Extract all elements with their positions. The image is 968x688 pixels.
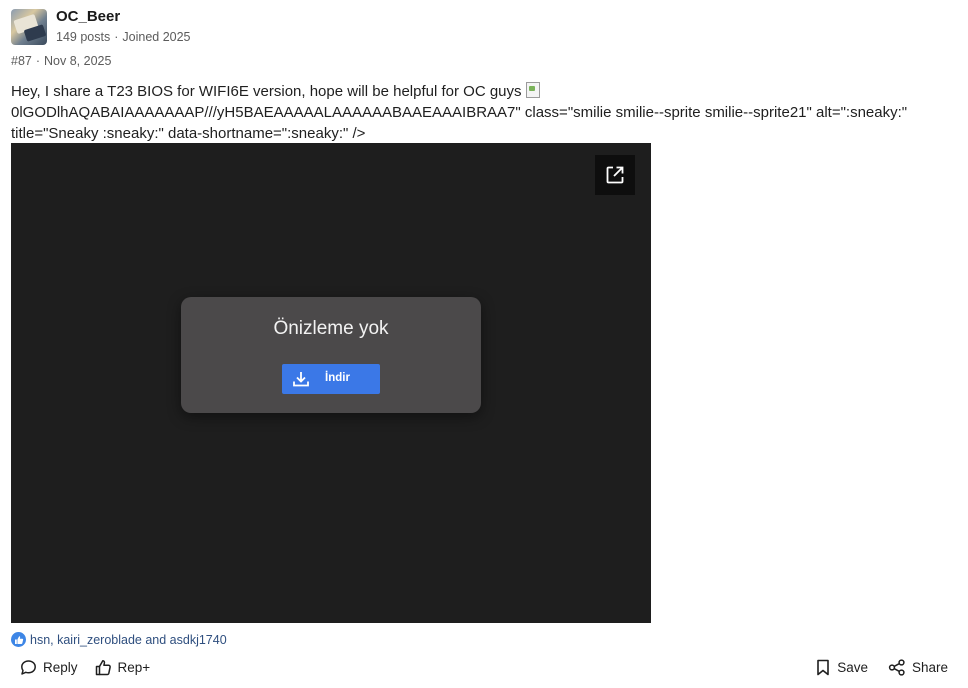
post-date-link[interactable]: Nov 8, 2025 — [44, 54, 111, 68]
open-in-new-icon — [606, 166, 624, 184]
post-actions-right: Save Share — [815, 659, 948, 676]
reply-icon — [21, 660, 36, 675]
share-button[interactable]: Share — [888, 659, 948, 676]
user-avatar[interactable] — [11, 9, 47, 45]
download-label: İndir — [325, 372, 350, 384]
reply-button[interactable]: Reply — [20, 659, 78, 676]
share-icon — [888, 659, 905, 676]
save-button[interactable]: Save — [815, 659, 868, 676]
reaction-users-link[interactable]: hsn, kairi_zeroblade and asdkj1740 — [30, 633, 227, 647]
user-stats: 149 posts · Joined 2025 — [56, 30, 191, 44]
reply-label: Reply — [43, 660, 78, 675]
post-number-link[interactable]: #87 — [11, 54, 32, 68]
post-text-line-2: 0lGODlhAQABAIAAAAAAAP///yH5BAEAAAAALAAAA… — [11, 104, 908, 121]
embedded-file-viewer: Önizleme yok İndir — [11, 143, 651, 623]
post-count: 149 posts — [56, 30, 111, 44]
bookmark-icon — [817, 659, 829, 676]
post-text-line-1: Hey, I share a T23 BIOS for WIFI6E versi… — [11, 83, 522, 100]
download-icon — [293, 372, 309, 387]
save-label: Save — [837, 660, 868, 675]
post-text-line-3: title="Sneaky :sneaky:" data-shortname="… — [11, 125, 366, 142]
post-body: Hey, I share a T23 BIOS for WIFI6E versi… — [11, 81, 951, 144]
separator-dot: · — [35, 54, 41, 68]
post-actions-left: Reply Rep+ — [20, 659, 150, 676]
post-meta: #87 · Nov 8, 2025 — [11, 54, 111, 68]
separator-dot: · — [114, 30, 119, 44]
no-preview-message: Önizleme yok — [273, 318, 389, 339]
broken-image-icon — [525, 82, 540, 98]
open-in-new-button[interactable] — [595, 155, 635, 195]
no-preview-dialog: Önizleme yok İndir — [181, 297, 481, 413]
reactions-bar[interactable]: hsn, kairi_zeroblade and asdkj1740 — [11, 632, 227, 647]
download-button[interactable]: İndir — [282, 364, 380, 394]
rep-plus-button[interactable]: Rep+ — [95, 659, 151, 676]
share-label: Share — [911, 660, 948, 675]
like-icon — [11, 632, 26, 647]
join-date: Joined 2025 — [122, 30, 191, 44]
username-link[interactable]: OC_Beer — [56, 8, 120, 25]
thumbs-up-icon — [95, 660, 111, 676]
rep-plus-label: Rep+ — [117, 660, 151, 675]
